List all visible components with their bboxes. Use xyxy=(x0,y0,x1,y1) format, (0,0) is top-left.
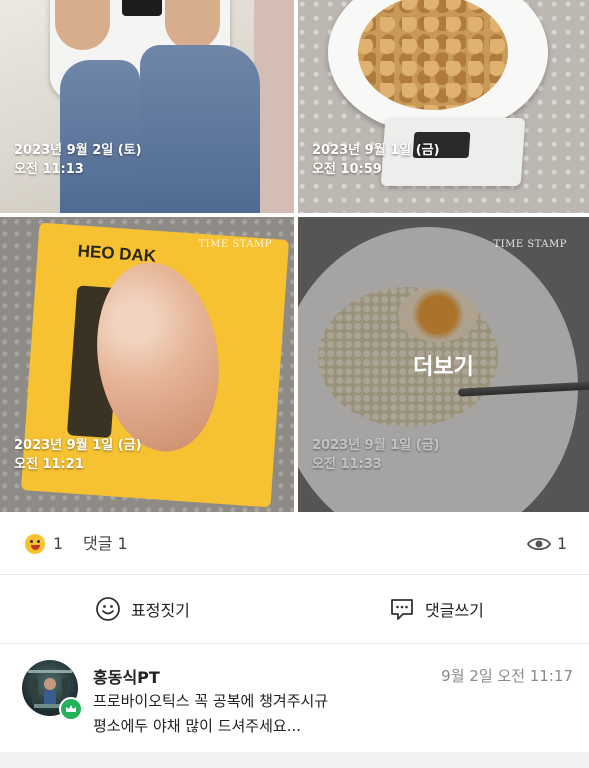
photo-2[interactable]: 2023년 9월 1일 (금) 오전 10:59 xyxy=(298,0,589,213)
photo-2-time: 오전 10:59 xyxy=(312,162,382,177)
photo-1-date: 2023년 9월 2일 (토) xyxy=(14,143,142,158)
write-comment-label: 댓글쓰기 xyxy=(425,601,484,620)
emote-button[interactable]: 표정짓기 xyxy=(95,595,190,623)
write-comment-button[interactable]: 댓글쓰기 xyxy=(389,595,484,623)
crown-badge-icon xyxy=(59,697,83,721)
comment-author[interactable]: 홍동식PT xyxy=(93,664,160,688)
photo-2-timestamp: 2023년 9월 1일 (금) 오전 10:59 xyxy=(312,141,440,179)
laughing-emoji-icon[interactable] xyxy=(25,534,45,554)
comment-line-1: 프로바이오틱스 꼭 공복에 챙겨주시규 xyxy=(93,692,329,710)
emoji-mouth xyxy=(31,545,40,550)
photo-3-timestamp: 2023년 9월 1일 (금) 오전 11:21 xyxy=(14,436,142,474)
left-leg xyxy=(60,60,140,213)
comment-count-link[interactable]: 댓글 1 xyxy=(83,534,128,554)
photo-3-date: 2023년 9월 1일 (금) xyxy=(14,438,142,453)
photo-1-timestamp: 2023년 9월 2일 (토) 오전 11:13 xyxy=(14,141,142,179)
wall-background xyxy=(254,0,294,213)
photo-1[interactable]: 2023년 9월 2일 (토) 오전 11:13 xyxy=(0,0,294,213)
photo-4-time: 오전 11:33 xyxy=(312,457,382,472)
emoji-count: 1 xyxy=(53,534,64,553)
smile-icon xyxy=(96,597,120,621)
photo-3[interactable]: HEO DAK TIME STAMP 2023년 9월 1일 (금) 오전 11… xyxy=(0,217,294,512)
bottom-divider xyxy=(0,752,589,768)
comment-bubble-icon xyxy=(391,599,413,620)
comment-timestamp: 9월 2일 오전 11:17 xyxy=(441,667,573,685)
timestamp-logo: TIME STAMP xyxy=(198,239,272,250)
right-leg xyxy=(140,45,260,213)
emoji-eye-right xyxy=(37,540,40,543)
comment-line-2: 평소에두 야채 많이 드셔주세요... xyxy=(93,717,302,735)
comment-item: 홍동식PT 9월 2일 오전 11:17 프로바이오틱스 꼭 공복에 챙겨주시규… xyxy=(0,644,589,752)
action-bar: 표정짓기 댓글쓰기 xyxy=(0,575,589,644)
photo-grid: 2023년 9월 2일 (토) 오전 11:13 2023년 9월 1일 (금)… xyxy=(0,0,589,512)
photo-2-date: 2023년 9월 1일 (금) xyxy=(312,143,440,158)
photo-4-date: 2023년 9월 1일 (금) xyxy=(312,438,440,453)
scale-display xyxy=(122,0,162,16)
photo-4-more[interactable]: TIME STAMP 더보기 2023년 9월 1일 (금) 오전 11:33 xyxy=(298,217,589,512)
more-photos-label[interactable]: 더보기 xyxy=(298,349,589,381)
granola xyxy=(358,0,508,110)
photo-3-time: 오전 11:21 xyxy=(14,457,84,472)
photo-4-timestamp: 2023년 9월 1일 (금) 오전 11:33 xyxy=(312,436,440,474)
crown-icon xyxy=(66,705,76,712)
photo-1-time: 오전 11:13 xyxy=(14,162,84,177)
emote-label: 표정짓기 xyxy=(131,601,190,620)
emoji-eye-left xyxy=(30,540,33,543)
reactions-bar: 1 댓글 1 1 xyxy=(0,512,589,575)
timestamp-logo: TIME STAMP xyxy=(493,239,567,250)
eye-icon xyxy=(527,537,551,551)
view-count: 1 xyxy=(557,534,568,553)
